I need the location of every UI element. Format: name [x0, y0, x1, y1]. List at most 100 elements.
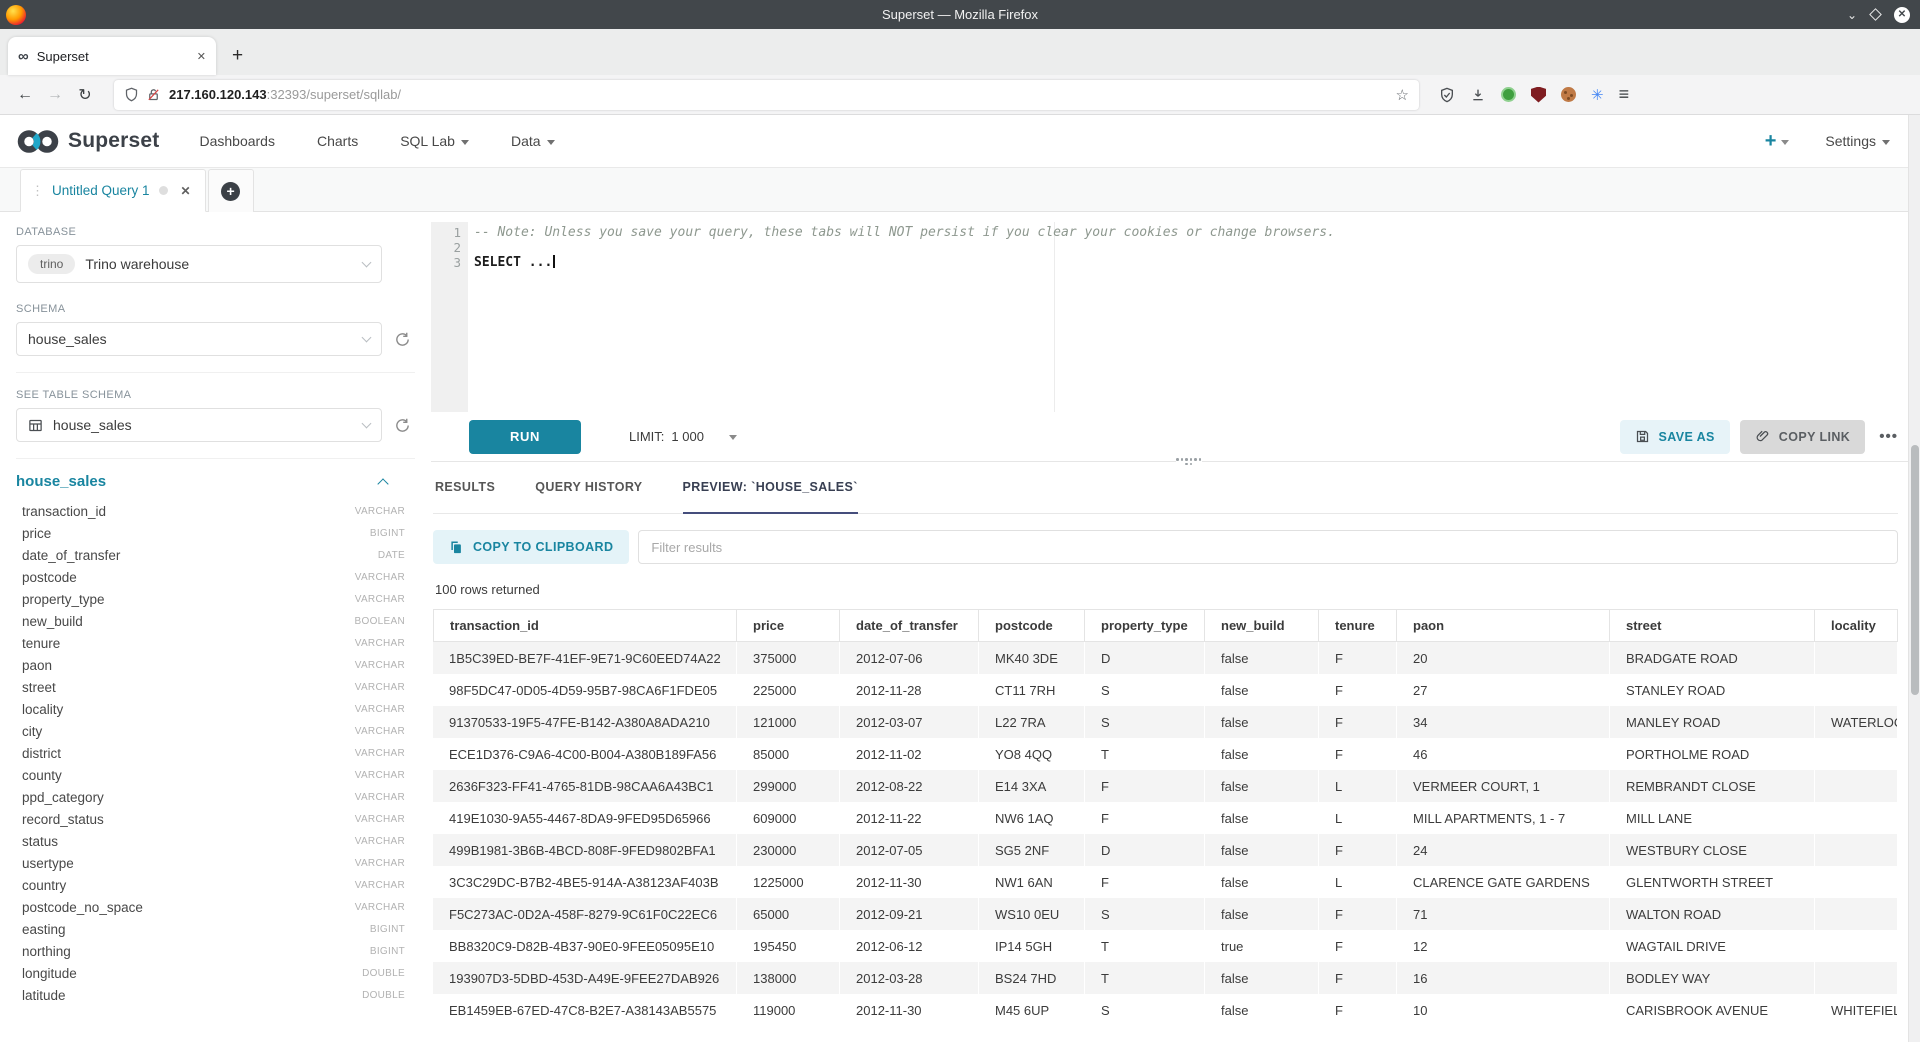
filter-results-input[interactable] — [638, 530, 1898, 564]
tracking-shield-icon[interactable] — [124, 87, 139, 102]
extension-green-icon[interactable] — [1501, 87, 1516, 102]
refresh-schema-icon[interactable] — [394, 331, 411, 348]
schema-column-postcode-no-space[interactable]: postcode_no_spaceVARCHAR — [16, 896, 415, 918]
schema-column-transaction-id[interactable]: transaction_idVARCHAR — [16, 500, 415, 522]
column-header-tenure[interactable]: tenure — [1319, 609, 1397, 642]
schema-column-northing[interactable]: northingBIGINT — [16, 940, 415, 962]
schema-column-ppd-category[interactable]: ppd_categoryVARCHAR — [16, 786, 415, 808]
more-actions-button[interactable]: ••• — [1879, 428, 1898, 445]
window-maximize-icon[interactable] — [1869, 8, 1882, 21]
copy-link-button[interactable]: COPY LINK — [1740, 420, 1865, 454]
menu-icon[interactable]: ≡ — [1619, 84, 1630, 105]
refresh-table-icon[interactable] — [394, 417, 411, 434]
results-tab-results[interactable]: RESULTS — [435, 462, 495, 514]
reload-icon[interactable]: ↻ — [70, 85, 100, 105]
schema-column-record-status[interactable]: record_statusVARCHAR — [16, 808, 415, 830]
schema-column-paon[interactable]: paonVARCHAR — [16, 654, 415, 676]
bookmark-star-icon[interactable]: ☆ — [1396, 86, 1409, 104]
back-icon[interactable]: ← — [10, 86, 40, 104]
settings-menu[interactable]: Settings — [1825, 133, 1890, 149]
cell: 2012-03-28 — [840, 962, 979, 994]
sqllab-sidebar: DATABASE trino Trino warehouse SCHEMA ho… — [0, 212, 431, 1042]
column-header-transaction-id[interactable]: transaction_id — [433, 609, 737, 642]
browser-tab-close-icon[interactable]: ✕ — [197, 50, 206, 63]
superset-brand[interactable]: Superset — [16, 128, 159, 155]
column-name: price — [22, 526, 370, 541]
column-name: postcode — [22, 570, 355, 585]
collapse-chevron-up-icon[interactable] — [377, 478, 388, 489]
column-header-street[interactable]: street — [1610, 609, 1815, 642]
drag-handle-icon[interactable]: ⋮ — [31, 183, 43, 199]
schema-column-date-of-transfer[interactable]: date_of_transferDATE — [16, 544, 415, 566]
limit-dropdown[interactable]: LIMIT: 1 000 — [629, 429, 737, 444]
column-type: VARCHAR — [355, 880, 405, 891]
url-bar[interactable]: 217.160.120.143:32393/superset/sqllab/ ☆ — [114, 80, 1419, 110]
schema-column-status[interactable]: statusVARCHAR — [16, 830, 415, 852]
column-header-locality[interactable]: locality — [1815, 609, 1898, 642]
query-tab-close-icon[interactable]: ✕ — [181, 184, 191, 198]
results-tab-preview-house-sales[interactable]: PREVIEW: `HOUSE_SALES` — [683, 462, 858, 514]
schema-column-property-type[interactable]: property_typeVARCHAR — [16, 588, 415, 610]
window-scrollbar[interactable] — [1908, 115, 1920, 1042]
results-tab-query-history[interactable]: QUERY HISTORY — [535, 462, 642, 514]
table-select[interactable]: house_sales — [16, 408, 382, 442]
cookie-extension-icon[interactable] — [1561, 87, 1576, 102]
cell: YO8 4QQ — [979, 738, 1085, 770]
download-icon[interactable] — [1470, 87, 1486, 103]
schema-table-name[interactable]: house_sales — [16, 473, 379, 490]
chevron-down-icon — [547, 140, 555, 145]
schema-column-city[interactable]: cityVARCHAR — [16, 720, 415, 742]
editor-code-area[interactable]: -- Note: Unless you save your query, the… — [468, 222, 1920, 412]
browser-tab[interactable]: ∞ Superset ✕ — [8, 37, 216, 75]
schema-column-price[interactable]: priceBIGINT — [16, 522, 415, 544]
table-row: 499B1981-3B6B-4BCD-808F-9FED9802BFA12300… — [433, 834, 1898, 866]
column-header-property-type[interactable]: property_type — [1085, 609, 1205, 642]
nav-item-data[interactable]: Data — [511, 133, 555, 149]
save-as-button[interactable]: SAVE AS — [1620, 420, 1730, 454]
extension-asterisk-icon[interactable]: ✳ — [1591, 86, 1604, 104]
column-type: VARCHAR — [355, 836, 405, 847]
schema-column-street[interactable]: streetVARCHAR — [16, 676, 415, 698]
sql-editor[interactable]: 123 -- Note: Unless you save your query,… — [431, 222, 1920, 412]
schema-column-locality[interactable]: localityVARCHAR — [16, 698, 415, 720]
chevron-down-icon — [461, 140, 469, 145]
cell — [1815, 834, 1898, 866]
database-select[interactable]: trino Trino warehouse — [16, 245, 382, 283]
column-header-postcode[interactable]: postcode — [979, 609, 1085, 642]
table-row: 419E1030-9A55-4467-8DA9-9FED95D659666090… — [433, 802, 1898, 834]
copy-to-clipboard-button[interactable]: COPY TO CLIPBOARD — [433, 530, 629, 564]
add-query-tab-button[interactable]: + — [208, 169, 254, 212]
schema-column-district[interactable]: districtVARCHAR — [16, 742, 415, 764]
scrollbar-thumb[interactable] — [1911, 445, 1919, 695]
nav-item-charts[interactable]: Charts — [317, 133, 358, 149]
ublock-icon[interactable] — [1531, 87, 1546, 103]
pane-resize-handle[interactable] — [1176, 457, 1202, 466]
insecure-lock-icon[interactable] — [146, 87, 161, 102]
schema-select[interactable]: house_sales — [16, 322, 382, 356]
cell: STANLEY ROAD — [1610, 674, 1815, 706]
nav-item-dashboards[interactable]: Dashboards — [199, 133, 275, 149]
schema-column-easting[interactable]: eastingBIGINT — [16, 918, 415, 940]
column-header-price[interactable]: price — [737, 609, 840, 642]
schema-column-tenure[interactable]: tenureVARCHAR — [16, 632, 415, 654]
schema-column-postcode[interactable]: postcodeVARCHAR — [16, 566, 415, 588]
nav-item-sql-lab[interactable]: SQL Lab — [400, 133, 469, 149]
schema-column-country[interactable]: countryVARCHAR — [16, 874, 415, 896]
query-tab[interactable]: ⋮ Untitled Query 1 ✕ — [20, 169, 206, 212]
schema-column-county[interactable]: countyVARCHAR — [16, 764, 415, 786]
schema-column-new-build[interactable]: new_buildBOOLEAN — [16, 610, 415, 632]
browser-toolbar: ← → ↻ 217.160.120.143:32393/superset/sql… — [0, 75, 1920, 115]
add-new-button[interactable]: + — [1765, 130, 1790, 153]
schema-column-latitude[interactable]: latitudeDOUBLE — [16, 984, 415, 1006]
window-close-icon[interactable]: ✕ — [1894, 7, 1910, 23]
cell: 46 — [1397, 738, 1610, 770]
schema-column-longitude[interactable]: longitudeDOUBLE — [16, 962, 415, 984]
column-header-new-build[interactable]: new_build — [1205, 609, 1319, 642]
run-button[interactable]: RUN — [469, 420, 581, 454]
schema-column-usertype[interactable]: usertypeVARCHAR — [16, 852, 415, 874]
shield-check-icon[interactable] — [1439, 87, 1455, 103]
new-browser-tab-button[interactable]: + — [232, 45, 243, 67]
column-header-date-of-transfer[interactable]: date_of_transfer — [840, 609, 979, 642]
column-header-paon[interactable]: paon — [1397, 609, 1610, 642]
window-minimize-icon[interactable]: ⌄ — [1847, 9, 1857, 21]
